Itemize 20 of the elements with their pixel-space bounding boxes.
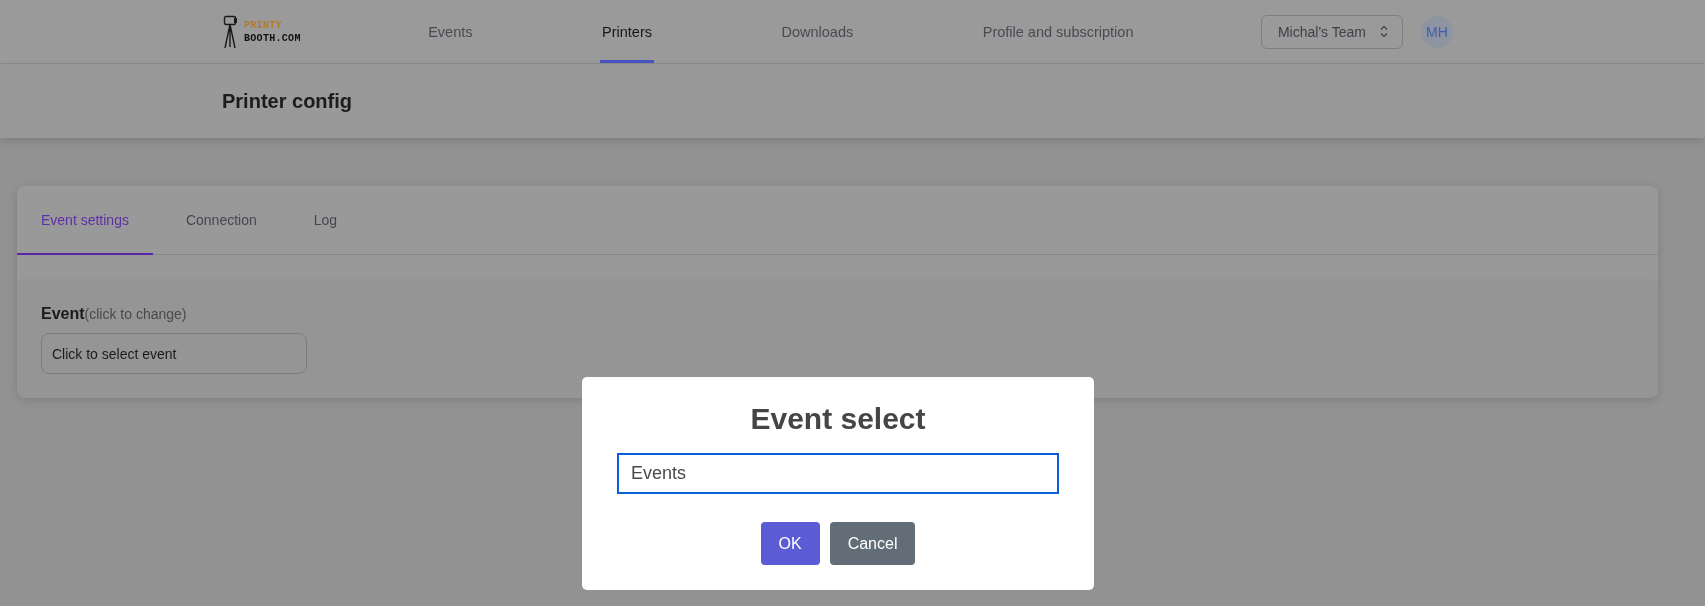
dialog-title: Event select: [749, 401, 927, 437]
user-avatar[interactable]: MH: [1420, 15, 1453, 48]
tab[interactable]: Event settings: [17, 186, 153, 255]
nav-link[interactable]: Events: [426, 0, 475, 63]
ok-button[interactable]: OK: [760, 522, 820, 565]
logo-text: PRINTY: [244, 19, 283, 31]
event-search-input[interactable]: Events: [617, 453, 1059, 494]
logo-text: BOOTH.COM: [244, 32, 301, 44]
tab[interactable]: Log: [289, 186, 362, 255]
field-hint: (click to change): [84, 306, 187, 322]
event-select-field[interactable]: Click to select event: [41, 333, 307, 374]
nav-link[interactable]: Profile and subscription: [980, 0, 1136, 63]
chevron-up-down-icon: [1379, 25, 1388, 38]
nav-link[interactable]: Downloads: [779, 0, 856, 63]
tab[interactable]: Connection: [161, 186, 281, 255]
field-label: Event: [41, 305, 85, 323]
tripod-camera-icon: [222, 14, 238, 49]
cancel-button[interactable]: Cancel: [829, 522, 916, 565]
page-title: Printer config: [222, 89, 352, 113]
team-select[interactable]: Michal's Team: [1260, 14, 1403, 49]
